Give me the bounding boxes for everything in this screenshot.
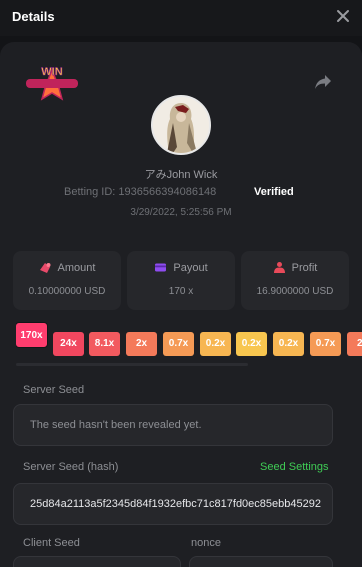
nonce-field[interactable] [189,556,333,567]
stat-profit-value: 16.9000000 USD [256,286,334,297]
multiplier-chip[interactable]: 0.2x [273,332,304,356]
avatar [151,95,211,155]
betting-id: Betting ID: 1936566394086148 [64,186,217,198]
multiplier-chip[interactable]: 0.7x [310,332,341,356]
stat-payout: Payout 170 x [127,251,235,310]
client-seed-field[interactable] [13,556,181,567]
multiplier-strip: 170x 24x 8.1x 2x 0.7x 0.2x 0.2x 0.2x 0.7… [16,321,362,361]
server-seed-hash-label: Server Seed (hash) [23,461,119,473]
multiplier-chip[interactable]: 0.2x [200,332,231,356]
stat-profit-label: Profit [291,261,318,274]
server-seed-hash-field[interactable]: 25d84a2113a5f2345d84f1932efbc71c817fd0ec… [13,483,333,525]
stat-payout-value: 170 x [168,286,194,297]
win-badge-icon: WIN [26,66,78,101]
multiplier-chip[interactable]: 2x [347,332,362,356]
details-header: Details [0,0,362,36]
server-seed-field: The seed hasn't been revealed yet. [13,404,333,446]
multiplier-scrollbar[interactable] [16,363,248,366]
close-icon[interactable] [335,8,351,24]
server-seed-value: The seed hasn't been revealed yet. [30,419,202,431]
stat-payout-label: Payout [173,261,208,274]
bet-date: 3/29/2022, 5:25:56 PM [130,207,232,218]
profit-icon [273,262,285,273]
multiplier-chip[interactable]: 2x [126,332,157,356]
server-seed-hash-value: 25d84a2113a5f2345d84f1932efbc71c817fd0ec… [30,498,321,510]
nonce-label: nonce [191,537,221,549]
seed-settings-link[interactable]: Seed Settings [260,461,329,473]
multiplier-chip[interactable]: 24x [53,332,84,356]
stat-amount-value: 0.10000000 USD [28,286,106,297]
amount-icon [39,263,51,273]
multiplier-chip[interactable]: 0.2x [236,332,267,356]
share-icon[interactable] [314,74,332,90]
payout-icon [155,263,167,272]
header-title: Details [12,9,55,24]
avatar-image [153,97,209,153]
username: アみJohn Wick [144,169,218,181]
server-seed-label: Server Seed [23,384,85,396]
stat-profit: Profit 16.9000000 USD [241,251,349,310]
verified-badge: Verified [254,186,294,198]
client-seed-label: Client Seed [23,537,80,549]
stat-amount-label: Amount [57,261,96,274]
multiplier-chip[interactable]: 8.1x [89,332,120,356]
multiplier-chip[interactable]: 170x [16,323,47,347]
multiplier-chip[interactable]: 0.7x [163,332,194,356]
win-badge-text: WIN [41,66,62,78]
stat-amount: Amount 0.10000000 USD [13,251,121,310]
